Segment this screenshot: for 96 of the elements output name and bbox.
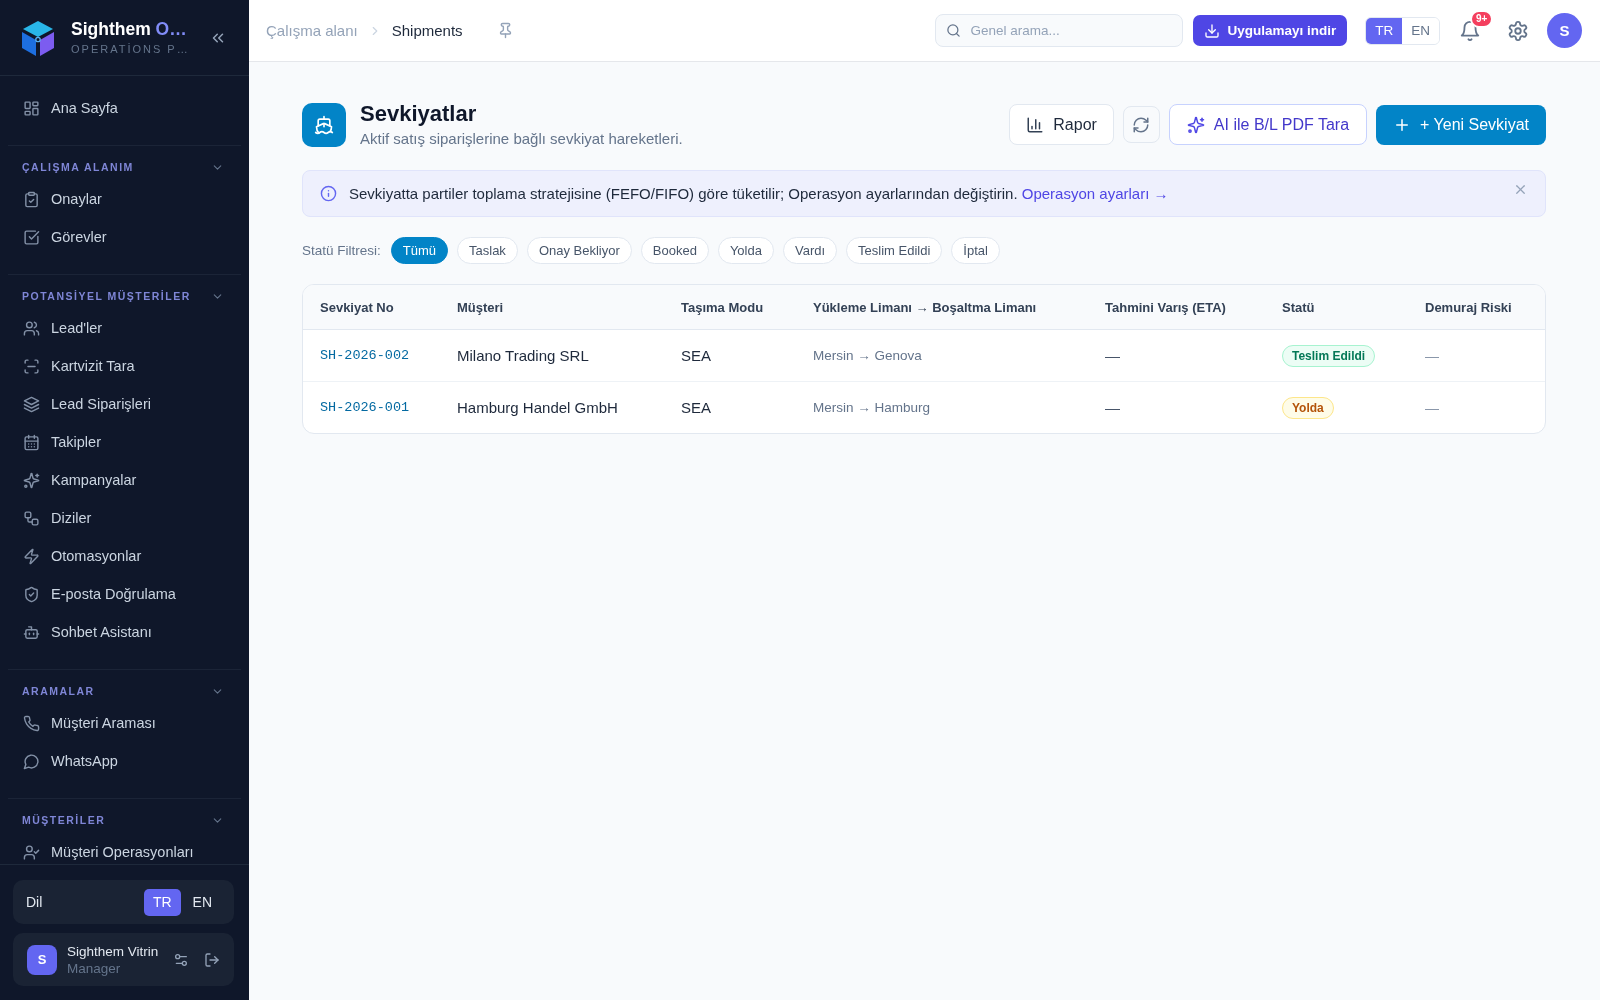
table-cell-text: — <box>1104 346 1121 366</box>
bar-chart-icon <box>1026 115 1045 134</box>
filter-chip[interactable]: Yolda <box>717 237 774 264</box>
filter-chip[interactable]: Taslak <box>457 237 518 264</box>
search-field[interactable]: Genel arama... <box>935 14 1184 47</box>
table-cell-text: Mersin → Hamburg <box>812 399 932 417</box>
shield-check-icon <box>23 585 40 603</box>
sidebar-section-header[interactable]: POTANSİYEL MÜŞTERİLER <box>0 285 249 307</box>
sidebar-item[interactable]: Müşteri Operasyonları <box>0 833 249 864</box>
sidebar-item[interactable]: Kampanyalar <box>0 461 249 499</box>
lightning-icon <box>23 547 40 565</box>
filter-chip[interactable]: Booked <box>640 237 709 264</box>
table-cell-text: — <box>1424 398 1440 418</box>
sidebar-item[interactable]: Lead Siparişleri <box>0 385 249 423</box>
column-header: Taşıma Modu <box>680 298 765 317</box>
checked-square-icon <box>23 228 40 246</box>
sidebar-item[interactable]: Ana Sayfa <box>0 89 249 127</box>
app-subtitle: OPERATİONS P… <box>71 43 190 56</box>
status-badge: Yolda <box>1282 396 1334 419</box>
avatar[interactable]: S <box>1547 13 1582 48</box>
user-check-icon <box>23 843 40 861</box>
table-cell-text: Hamburg Handel GmbH <box>456 398 619 418</box>
chat-bubble-icon <box>23 752 40 770</box>
app-name: Sighthem O… <box>71 19 188 40</box>
shipment-link[interactable]: SH-2026-002 <box>320 348 410 363</box>
sidebar-section-header[interactable]: ÇALIŞMA ALANIM <box>0 156 249 178</box>
sidebar-item[interactable]: WhatsApp <box>0 742 249 780</box>
language-label: Dil <box>26 894 43 910</box>
filter-label: Statü Filtresi: <box>302 243 381 258</box>
layout-grid-icon <box>23 99 40 117</box>
user-avatar: S <box>27 944 57 975</box>
sidebar-item[interactable]: Kartvizit Tara <box>0 347 249 385</box>
user-role: Manager <box>67 960 122 976</box>
sparkles-icon <box>1186 115 1205 134</box>
sidebar-item[interactable]: Müşteri Araması <box>0 704 249 742</box>
users-icon <box>23 319 40 337</box>
logout-icon[interactable] <box>204 951 220 968</box>
report-button[interactable]: Rapor <box>1009 104 1114 145</box>
banner-text: Sevkiyatta partiler toplama stratejisine (FEFO/FIFO) göre tüketilir; Operasyon ayarlarından değiştirin. Operasyon ayarları → <box>349 185 1169 202</box>
user-name: Sighthem Vitrin <box>67 943 159 959</box>
filter-chip[interactable]: İptal <box>951 237 1000 264</box>
sidebar-item[interactable]: Diziler <box>0 499 249 537</box>
page-subtitle: Aktif satış siparişlerine bağlı sevkiyat hareketleri. <box>360 129 683 148</box>
shipment-link[interactable]: SH-2026-001 <box>320 400 410 415</box>
settings-icon[interactable] <box>1507 19 1529 42</box>
table-cell-text: Milano Trading SRL <box>456 346 590 366</box>
workflow-icon <box>23 509 40 527</box>
column-header: Müşteri <box>456 298 505 317</box>
scan-frame-icon <box>23 357 40 375</box>
sliders-icon[interactable] <box>173 951 189 968</box>
sidebar-item[interactable]: Takipler <box>0 423 249 461</box>
download-button[interactable]: Uygulamayı indir <box>1193 15 1348 46</box>
language-option[interactable]: TR <box>1366 17 1403 44</box>
filter-chip[interactable]: Vardı <box>782 237 838 264</box>
new-shipment-button[interactable]: + Yeni Sevkiyat <box>1376 104 1546 145</box>
clipboard-check-icon <box>23 190 40 208</box>
refresh-button[interactable] <box>1122 106 1160 143</box>
sidebar-item[interactable]: Onaylar <box>0 180 249 218</box>
layers-icon <box>23 395 40 413</box>
sparkles-icon <box>23 471 40 489</box>
column-header: Sevkiyat No <box>319 298 395 317</box>
column-header: Yükleme Limanı → Boşaltma Limanı <box>812 298 1038 317</box>
language-option[interactable]: EN <box>183 888 221 916</box>
sidebar-item[interactable]: Lead'ler <box>0 309 249 347</box>
breadcrumb-current: Shipments <box>391 22 463 39</box>
robot-icon <box>23 623 40 641</box>
page-title: Sevkiyatlar <box>360 101 478 127</box>
ai-scan-button[interactable]: AI ile B/L PDF Tara <box>1168 104 1368 145</box>
sidebar-item[interactable]: Otomasyonlar <box>0 537 249 575</box>
sidebar-section-header[interactable]: MÜŞTERİLER <box>0 809 249 831</box>
refresh-icon <box>1132 115 1151 134</box>
sidebar-item[interactable]: E-posta Doğrulama <box>0 575 249 613</box>
notification-badge: 9+ <box>1470 9 1494 28</box>
column-header: Statü <box>1281 298 1316 317</box>
column-header: Tahmini Varış (ETA) <box>1104 298 1227 317</box>
ship-icon <box>302 102 346 147</box>
sidebar-section-header[interactable]: ARAMALAR <box>0 680 249 702</box>
sidebar-item[interactable]: Sohbet Asistanı <box>0 613 249 651</box>
table-cell-text: — <box>1424 346 1440 366</box>
filter-chip[interactable]: Onay Bekliyor <box>526 237 632 264</box>
table-cell-text: Mersin → Genova <box>812 347 923 365</box>
language-option[interactable]: TR <box>143 888 181 916</box>
filter-chip[interactable]: Tümü <box>390 237 448 264</box>
info-icon <box>320 185 337 202</box>
download-icon <box>1204 22 1221 39</box>
calendar-icon <box>23 433 40 451</box>
table-cell-text: SEA <box>680 398 712 418</box>
table-cell-text: — <box>1104 398 1121 418</box>
phone-icon <box>23 714 40 732</box>
search-icon <box>946 23 962 38</box>
status-badge: Teslim Edildi <box>1282 344 1376 367</box>
sidebar-item[interactable]: Görevler <box>0 218 249 256</box>
settings-link[interactable]: Operasyon ayarları → <box>1021 185 1169 202</box>
column-header: Demuraj Riski <box>1424 298 1513 317</box>
filter-chip[interactable]: Teslim Edildi <box>846 237 943 264</box>
table-cell-text: SEA <box>680 346 712 366</box>
